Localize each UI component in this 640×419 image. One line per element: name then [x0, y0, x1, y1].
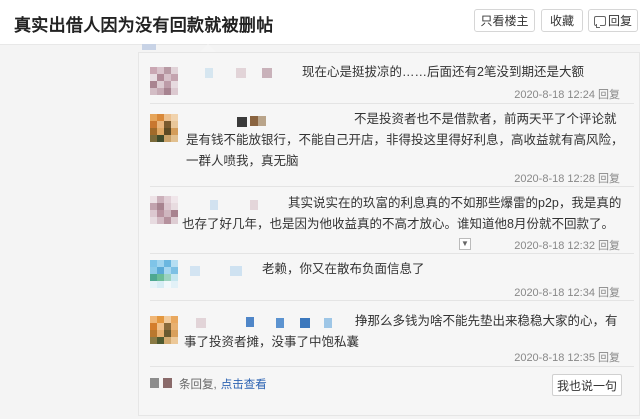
- divider: [150, 186, 634, 187]
- chevron-down-icon[interactable]: ▼: [459, 238, 471, 250]
- comment-meta: 2020-8-18 12:32 回复: [514, 237, 620, 253]
- comment-meta: 2020-8-18 12:28 回复: [514, 170, 620, 186]
- divider: [150, 253, 634, 254]
- username-blur: [230, 266, 242, 276]
- timestamp: 2020-8-18 12:32: [514, 240, 595, 252]
- more-replies: 条回复, 点击查看: [179, 376, 267, 392]
- comment-line: 一群人喷我，真无脑: [186, 154, 299, 168]
- comment-meta: 2020-8-18 12:24 回复: [514, 86, 620, 102]
- view-replies-link[interactable]: 点击查看: [221, 379, 267, 391]
- comment-reply-link[interactable]: 回复: [598, 240, 620, 252]
- reply-post-label: 回复: [607, 14, 632, 28]
- comment-line: 现在心是挺拔凉的……后面还有2笔没到期还是大额: [302, 65, 584, 79]
- timestamp: 2020-8-18 12:24: [514, 89, 595, 101]
- speech-bubble-icon: [593, 16, 606, 28]
- page-title: 真实出借人因为没有回款就被删帖: [14, 16, 274, 35]
- comment-text: 不是投资者也不是借款者，前两天平了个评论就 是有钱不能放银行，不能自己开店，非得…: [160, 109, 624, 172]
- comment-text: 老赖，你又在散布负面信息了: [262, 259, 425, 280]
- comment-line: 是有钱不能放银行，不能自己开店，非得投这里得好利息，高收益就有高风险，: [186, 133, 624, 147]
- panel-arrow: [200, 44, 216, 52]
- comment-line: 不是投资者也不是借款者，前两天平了个评论就: [354, 112, 617, 126]
- divider: [150, 103, 634, 104]
- comment-text: 其实说实在的玖富的利息真的不如那些爆雷的p2p，我是真的 也存了好几年，也是因为…: [170, 193, 621, 235]
- more-replies-text: 条回复,: [179, 379, 217, 391]
- comment-text: 现在心是挺拔凉的……后面还有2笔没到期还是大额: [302, 62, 584, 83]
- timestamp: 2020-8-18 12:35: [514, 352, 595, 364]
- timestamp: 2020-8-18 12:34: [514, 287, 595, 299]
- avatar: [150, 67, 178, 95]
- divider: [150, 366, 634, 367]
- avatar: [150, 260, 178, 288]
- username-blur: [262, 68, 272, 78]
- comment-meta: 2020-8-18 12:35 回复: [514, 349, 620, 365]
- only-op-button[interactable]: 只看楼主: [474, 9, 535, 32]
- comment-line: 老赖，你又在散布负面信息了: [262, 262, 425, 276]
- post-header: 真实出借人因为没有回款就被删帖 只看楼主 收藏 回复: [0, 0, 640, 45]
- add-comment-button[interactable]: 我也说一句: [552, 374, 622, 396]
- comment-meta: 2020-8-18 12:34 回复: [514, 284, 620, 300]
- favorite-button[interactable]: 收藏: [541, 9, 583, 32]
- comment-reply-link[interactable]: 回复: [598, 173, 620, 185]
- comment-line: 挣那么多钱为啥不能先垫出来稳稳大家的心，有: [355, 314, 618, 328]
- mosaic-fragment: [142, 44, 156, 50]
- username-blur: [236, 68, 246, 78]
- comment-reply-link[interactable]: 回复: [598, 352, 620, 364]
- timestamp: 2020-8-18 12:28: [514, 173, 595, 185]
- comment-line: 也存了好几年，也是因为他收益真的不高才放心。谁知道他8月份就不回款了。: [182, 217, 614, 231]
- comment-reply-link[interactable]: 回复: [598, 287, 620, 299]
- divider: [150, 300, 634, 301]
- comment-reply-link[interactable]: 回复: [598, 89, 620, 101]
- username-blur: [205, 68, 213, 78]
- username-blur: [190, 266, 200, 276]
- avatar: [150, 316, 178, 344]
- comment-text: 挣那么多钱为啥不能先垫出来稳稳大家的心，有 事了投资者摊，没事了中饱私囊: [180, 311, 618, 353]
- reply-post-button[interactable]: 回复: [588, 9, 638, 32]
- reply-count-blur: [163, 378, 172, 388]
- reply-count-blur: [150, 378, 159, 388]
- comment-line: 其实说实在的玖富的利息真的不如那些爆雷的p2p，我是真的: [288, 196, 622, 210]
